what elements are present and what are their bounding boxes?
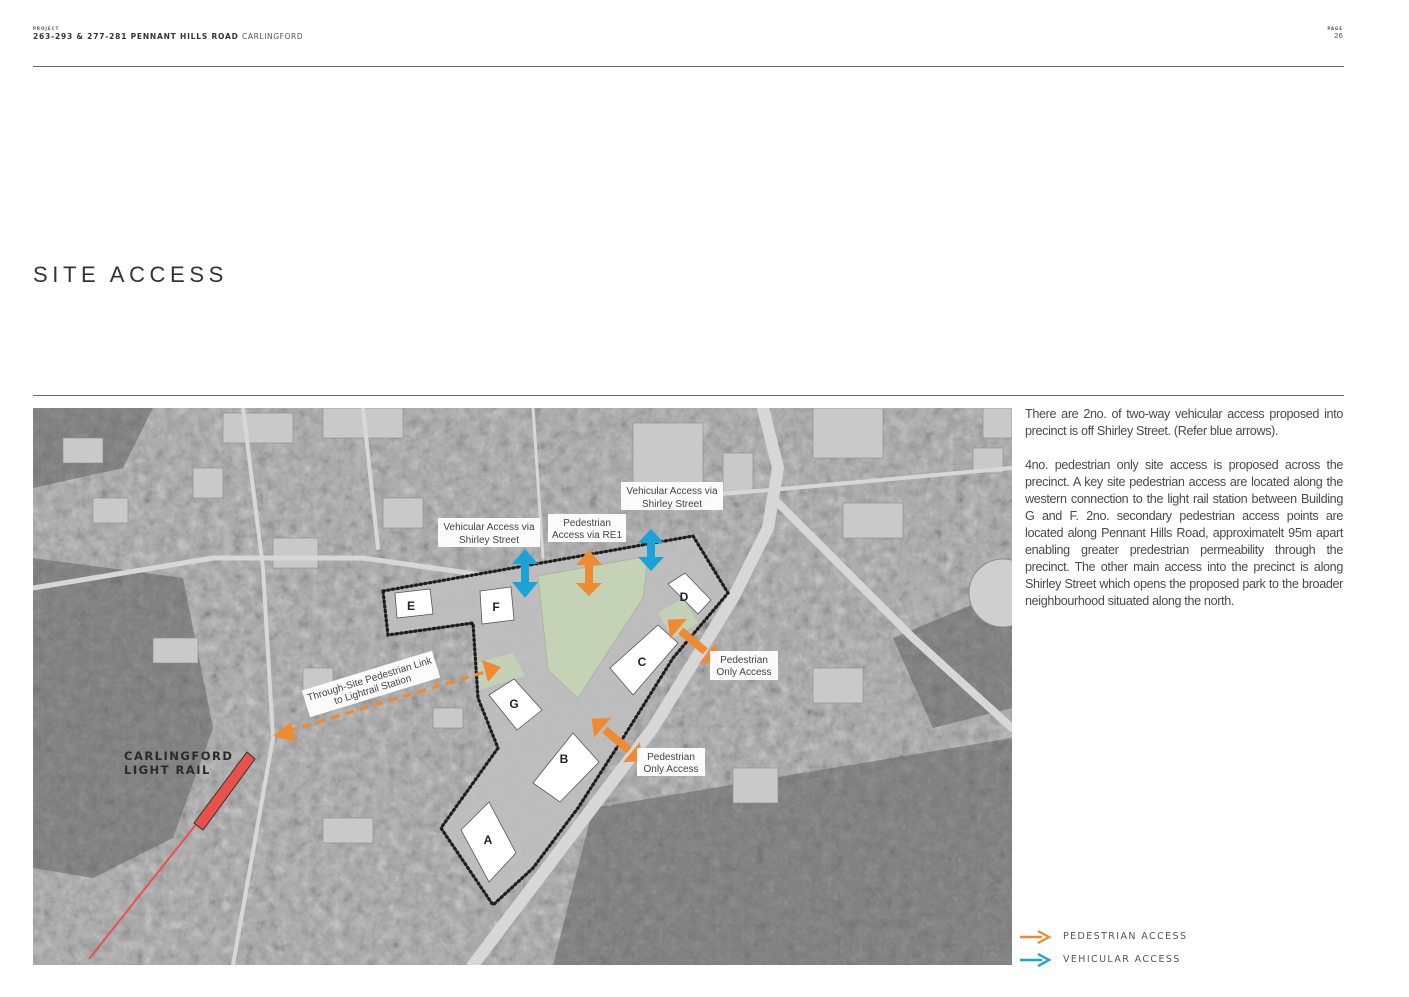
svg-text:Pedestrian: Pedestrian	[563, 518, 611, 529]
site-access-description: There are 2no. of two-way vehicular acce…	[1025, 406, 1343, 610]
svg-text:Access via RE1: Access via RE1	[552, 530, 622, 541]
svg-text:Only Access: Only Access	[716, 667, 771, 678]
building-label-a: A	[484, 833, 493, 847]
callout-pedestrian-re1: Pedestrian Access via RE1	[548, 514, 626, 542]
section-divider	[33, 395, 1344, 396]
callout-pedestrian-east-upper: Pedestrian Only Access	[710, 651, 778, 680]
header-divider	[33, 66, 1344, 67]
station-label-line1: CARLINGFORD	[124, 749, 233, 763]
svg-text:Vehicular Access via: Vehicular Access via	[626, 486, 718, 497]
callout-vehicular-right: Vehicular Access via Shirley Street	[621, 482, 723, 510]
page-number: 26	[1334, 32, 1343, 40]
svg-text:Vehicular Access via: Vehicular Access via	[443, 522, 535, 533]
project-label: PROJECT	[33, 26, 60, 31]
station-label-line2: LIGHT RAIL	[124, 763, 211, 777]
callout-pedestrian-east-lower: Pedestrian Only Access	[637, 748, 705, 776]
building-label-e: E	[407, 599, 415, 613]
project-header: PROJECT 263-293 & 277-281 PENNANT HILLS …	[33, 26, 303, 41]
page-header: PAGE 26	[1327, 26, 1343, 40]
svg-text:Pedestrian: Pedestrian	[647, 752, 695, 763]
legend-item-pedestrian: PEDESTRIAN ACCESS	[1018, 925, 1187, 948]
page-label: PAGE	[1327, 26, 1343, 31]
legend-label-pedestrian: PEDESTRIAN ACCESS	[1063, 931, 1188, 942]
project-name: 263-293 & 277-281 PENNANT HILLS ROAD CAR…	[33, 32, 303, 41]
building-label-d: D	[680, 590, 689, 604]
legend-item-vehicular: VEHICULAR ACCESS	[1018, 948, 1187, 971]
building-label-g: G	[509, 697, 518, 711]
building-label-b: B	[560, 752, 569, 766]
description-paragraph-vehicular: There are 2no. of two-way vehicular acce…	[1025, 407, 1343, 438]
legend-label-vehicular: VEHICULAR ACCESS	[1063, 954, 1181, 965]
svg-text:Shirley Street: Shirley Street	[459, 535, 519, 546]
callout-vehicular-left: Vehicular Access via Shirley Street	[438, 518, 540, 547]
svg-text:Pedestrian: Pedestrian	[720, 655, 768, 666]
svg-text:Only Access: Only Access	[643, 764, 698, 775]
building-label-f: F	[492, 600, 499, 614]
page-title: SITE ACCESS	[33, 262, 228, 287]
building-label-c: C	[638, 655, 647, 669]
map-legend: PEDESTRIAN ACCESS VEHICULAR ACCESS	[1018, 925, 1187, 971]
project-suburb: CARLINGFORD	[242, 32, 304, 41]
description-paragraph-pedestrian: 4no. pedestrian only site access is prop…	[1025, 458, 1343, 608]
vehicular-arrow-icon	[1020, 952, 1052, 967]
pedestrian-arrow-icon	[1020, 929, 1052, 944]
svg-text:Shirley Street: Shirley Street	[642, 499, 702, 510]
project-address: 263-293 & 277-281 PENNANT HILLS ROAD	[33, 32, 239, 41]
site-access-map: E F D C G B A CARLINGFORD LIGHT RAIL Thr…	[33, 408, 1012, 965]
